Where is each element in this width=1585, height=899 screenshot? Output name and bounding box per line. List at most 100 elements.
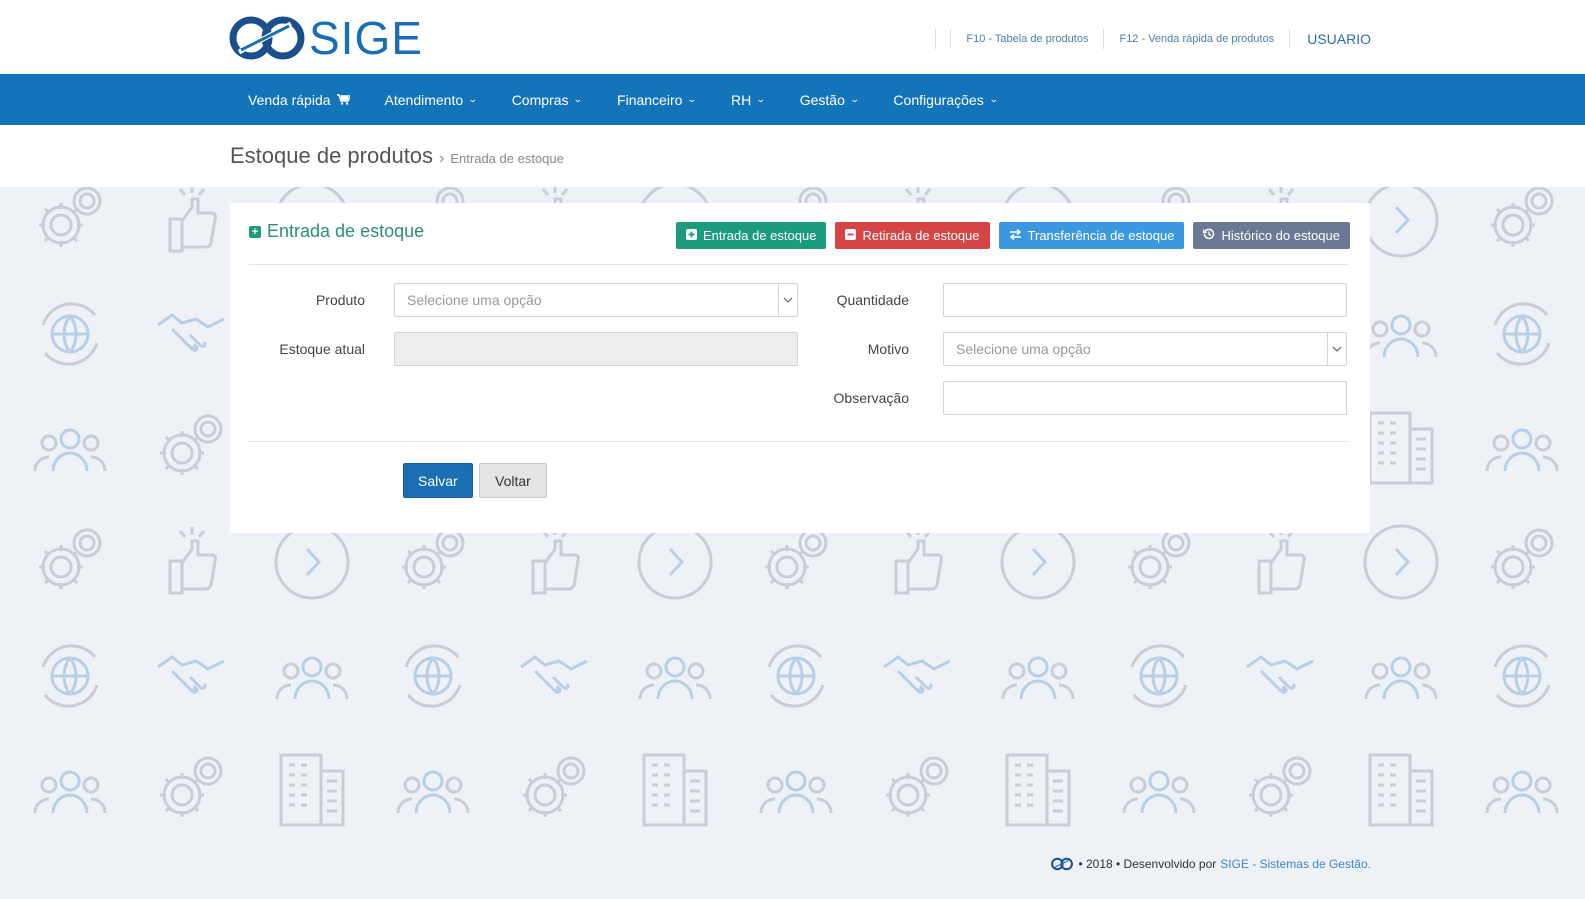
- nav-item-label: Financeiro: [617, 91, 683, 108]
- chevron-down-icon: ⌄: [756, 94, 766, 104]
- divider: [935, 29, 937, 49]
- background-building-icon: [1362, 409, 1440, 492]
- background-gear-icon: [757, 523, 835, 606]
- quantidade-field[interactable]: [943, 283, 1347, 317]
- chevron-down-icon: ⌄: [468, 94, 478, 104]
- sige-logo-icon: [1051, 857, 1074, 871]
- exchange-icon: [1009, 228, 1022, 243]
- background-gear-icon: [31, 523, 109, 606]
- background-people-icon: [757, 751, 835, 834]
- background-hands-icon: [152, 637, 230, 720]
- footer-link[interactable]: SIGE - Sistemas de Gestão.: [1220, 857, 1371, 871]
- nav-item-atendimento[interactable]: Atendimento ⌄: [367, 74, 494, 125]
- nav-item-label: RH: [730, 91, 752, 108]
- background-people-icon: [1362, 637, 1440, 720]
- background-gear-icon: [152, 409, 230, 492]
- plus-square-icon: [685, 228, 697, 243]
- page-title: Estoque de produtos: [230, 143, 434, 168]
- background-arrow-icon: [1362, 523, 1440, 606]
- background-gear-icon: [1241, 751, 1319, 834]
- background-thumb-icon: [152, 187, 230, 264]
- nav-item-financeiro[interactable]: Financeiro ⌄: [599, 74, 713, 125]
- background-arrow-icon: [999, 523, 1077, 606]
- quantidade-label: Quantidade: [836, 292, 909, 308]
- observacao-field[interactable]: [943, 381, 1347, 415]
- background-globe-icon: [394, 637, 472, 720]
- background-globe-icon: [1483, 295, 1561, 378]
- plus-square-icon: +: [249, 225, 261, 238]
- background-thumb-icon: [515, 523, 593, 606]
- background-arrow-icon: [1362, 187, 1440, 264]
- main-navbar: Venda rápida Atendimento ⌄ Compras ⌄ Fin…: [0, 74, 1585, 125]
- footer: • 2018 • Desenvolvido por SIGE - Sistema…: [1050, 857, 1371, 871]
- button-label: Retirada de estoque: [862, 228, 980, 243]
- nav-item-label: Gestão: [799, 91, 845, 108]
- produto-select[interactable]: Selecione uma opção: [394, 283, 798, 317]
- background-globe-icon: [31, 637, 109, 720]
- background-people-icon: [1483, 751, 1561, 834]
- f12-quick-sale-link[interactable]: F12 - Venda rápida de produtos: [1111, 33, 1282, 45]
- nav-item-label: Venda rápida: [248, 91, 331, 108]
- panel-header: + Entrada de estoque: [249, 221, 424, 242]
- breadcrumb-bar: Estoque de produtos › Entrada de estoque: [0, 125, 1585, 187]
- button-label: Histórico do estoque: [1221, 228, 1340, 243]
- breadcrumb: Estoque de produtos › Entrada de estoque: [230, 143, 564, 169]
- background-people-icon: [273, 637, 351, 720]
- select-placeholder: Selecione uma opção: [956, 341, 1091, 357]
- background-gear-icon: [878, 751, 956, 834]
- background-people-icon: [636, 637, 714, 720]
- sige-logo-icon: [229, 16, 305, 60]
- background-gear-icon: [1483, 523, 1561, 606]
- cart-icon: [336, 92, 351, 108]
- background-globe-icon: [1483, 637, 1561, 720]
- stock-transfer-button[interactable]: Transferência de estoque: [998, 222, 1185, 249]
- button-label: Entrada de estoque: [702, 228, 817, 243]
- nav-item-gestao[interactable]: Gestão ⌄: [782, 74, 876, 125]
- user-menu[interactable]: USUARIO: [1297, 31, 1371, 47]
- background-gear-icon: [394, 523, 472, 606]
- nav-item-label: Compras: [511, 91, 569, 108]
- estoque-atual-label: Estoque atual: [279, 341, 365, 357]
- motivo-select[interactable]: Selecione uma opção: [943, 332, 1347, 366]
- nav-item-venda-rapida[interactable]: Venda rápida: [230, 74, 367, 125]
- background-people-icon: [999, 637, 1077, 720]
- background-gear-icon: [31, 187, 109, 264]
- top-links: F10 - Tabela de produtos F12 - Venda ráp…: [928, 28, 1371, 50]
- background-building-icon: [999, 751, 1077, 834]
- background-building-icon: [1362, 751, 1440, 834]
- panel-title: Entrada de estoque: [267, 221, 425, 241]
- back-button[interactable]: Voltar: [479, 463, 547, 498]
- breadcrumb-separator-icon: ›: [439, 150, 445, 167]
- background-hands-icon: [878, 637, 956, 720]
- stock-withdraw-button[interactable]: Retirada de estoque: [835, 222, 990, 249]
- chevron-down-icon: ⌄: [687, 94, 698, 104]
- nav-item-configuracoes[interactable]: Configurações ⌄: [875, 74, 1014, 125]
- background-arrow-icon: [636, 523, 714, 606]
- f10-product-table-link[interactable]: F10 - Tabela de produtos: [958, 33, 1096, 45]
- background-thumb-icon: [152, 523, 230, 606]
- button-label: Transferência de estoque: [1027, 228, 1175, 243]
- panel-divider: [249, 441, 1349, 442]
- background-building-icon: [636, 751, 714, 834]
- save-button[interactable]: Salvar: [403, 463, 473, 498]
- footer-text: • 2018 • Desenvolvido por: [1078, 857, 1217, 871]
- stock-entry-button[interactable]: Entrada de estoque: [675, 222, 827, 249]
- background-globe-icon: [31, 295, 109, 378]
- nav-item-compras[interactable]: Compras ⌄: [494, 74, 599, 125]
- panel-divider: [249, 264, 1349, 265]
- background-gear-icon: [515, 751, 593, 834]
- background-gear-icon: [152, 751, 230, 834]
- sige-logo[interactable]: SIGE: [229, 12, 423, 64]
- background-hands-icon: [1241, 637, 1319, 720]
- minus-square-icon: [845, 228, 857, 243]
- chevron-down-icon: [1327, 333, 1346, 365]
- motivo-label: Motivo: [867, 341, 909, 357]
- select-placeholder: Selecione uma opção: [407, 292, 542, 308]
- background-people-icon: [31, 409, 109, 492]
- background-people-icon: [394, 751, 472, 834]
- stock-history-button[interactable]: Histórico do estoque: [1193, 222, 1350, 249]
- chevron-down-icon: ⌄: [573, 94, 584, 104]
- top-header: SIGE F10 - Tabela de produtos F12 - Vend…: [0, 0, 1585, 74]
- nav-item-rh[interactable]: RH ⌄: [713, 74, 782, 125]
- background-gear-icon: [1483, 187, 1561, 264]
